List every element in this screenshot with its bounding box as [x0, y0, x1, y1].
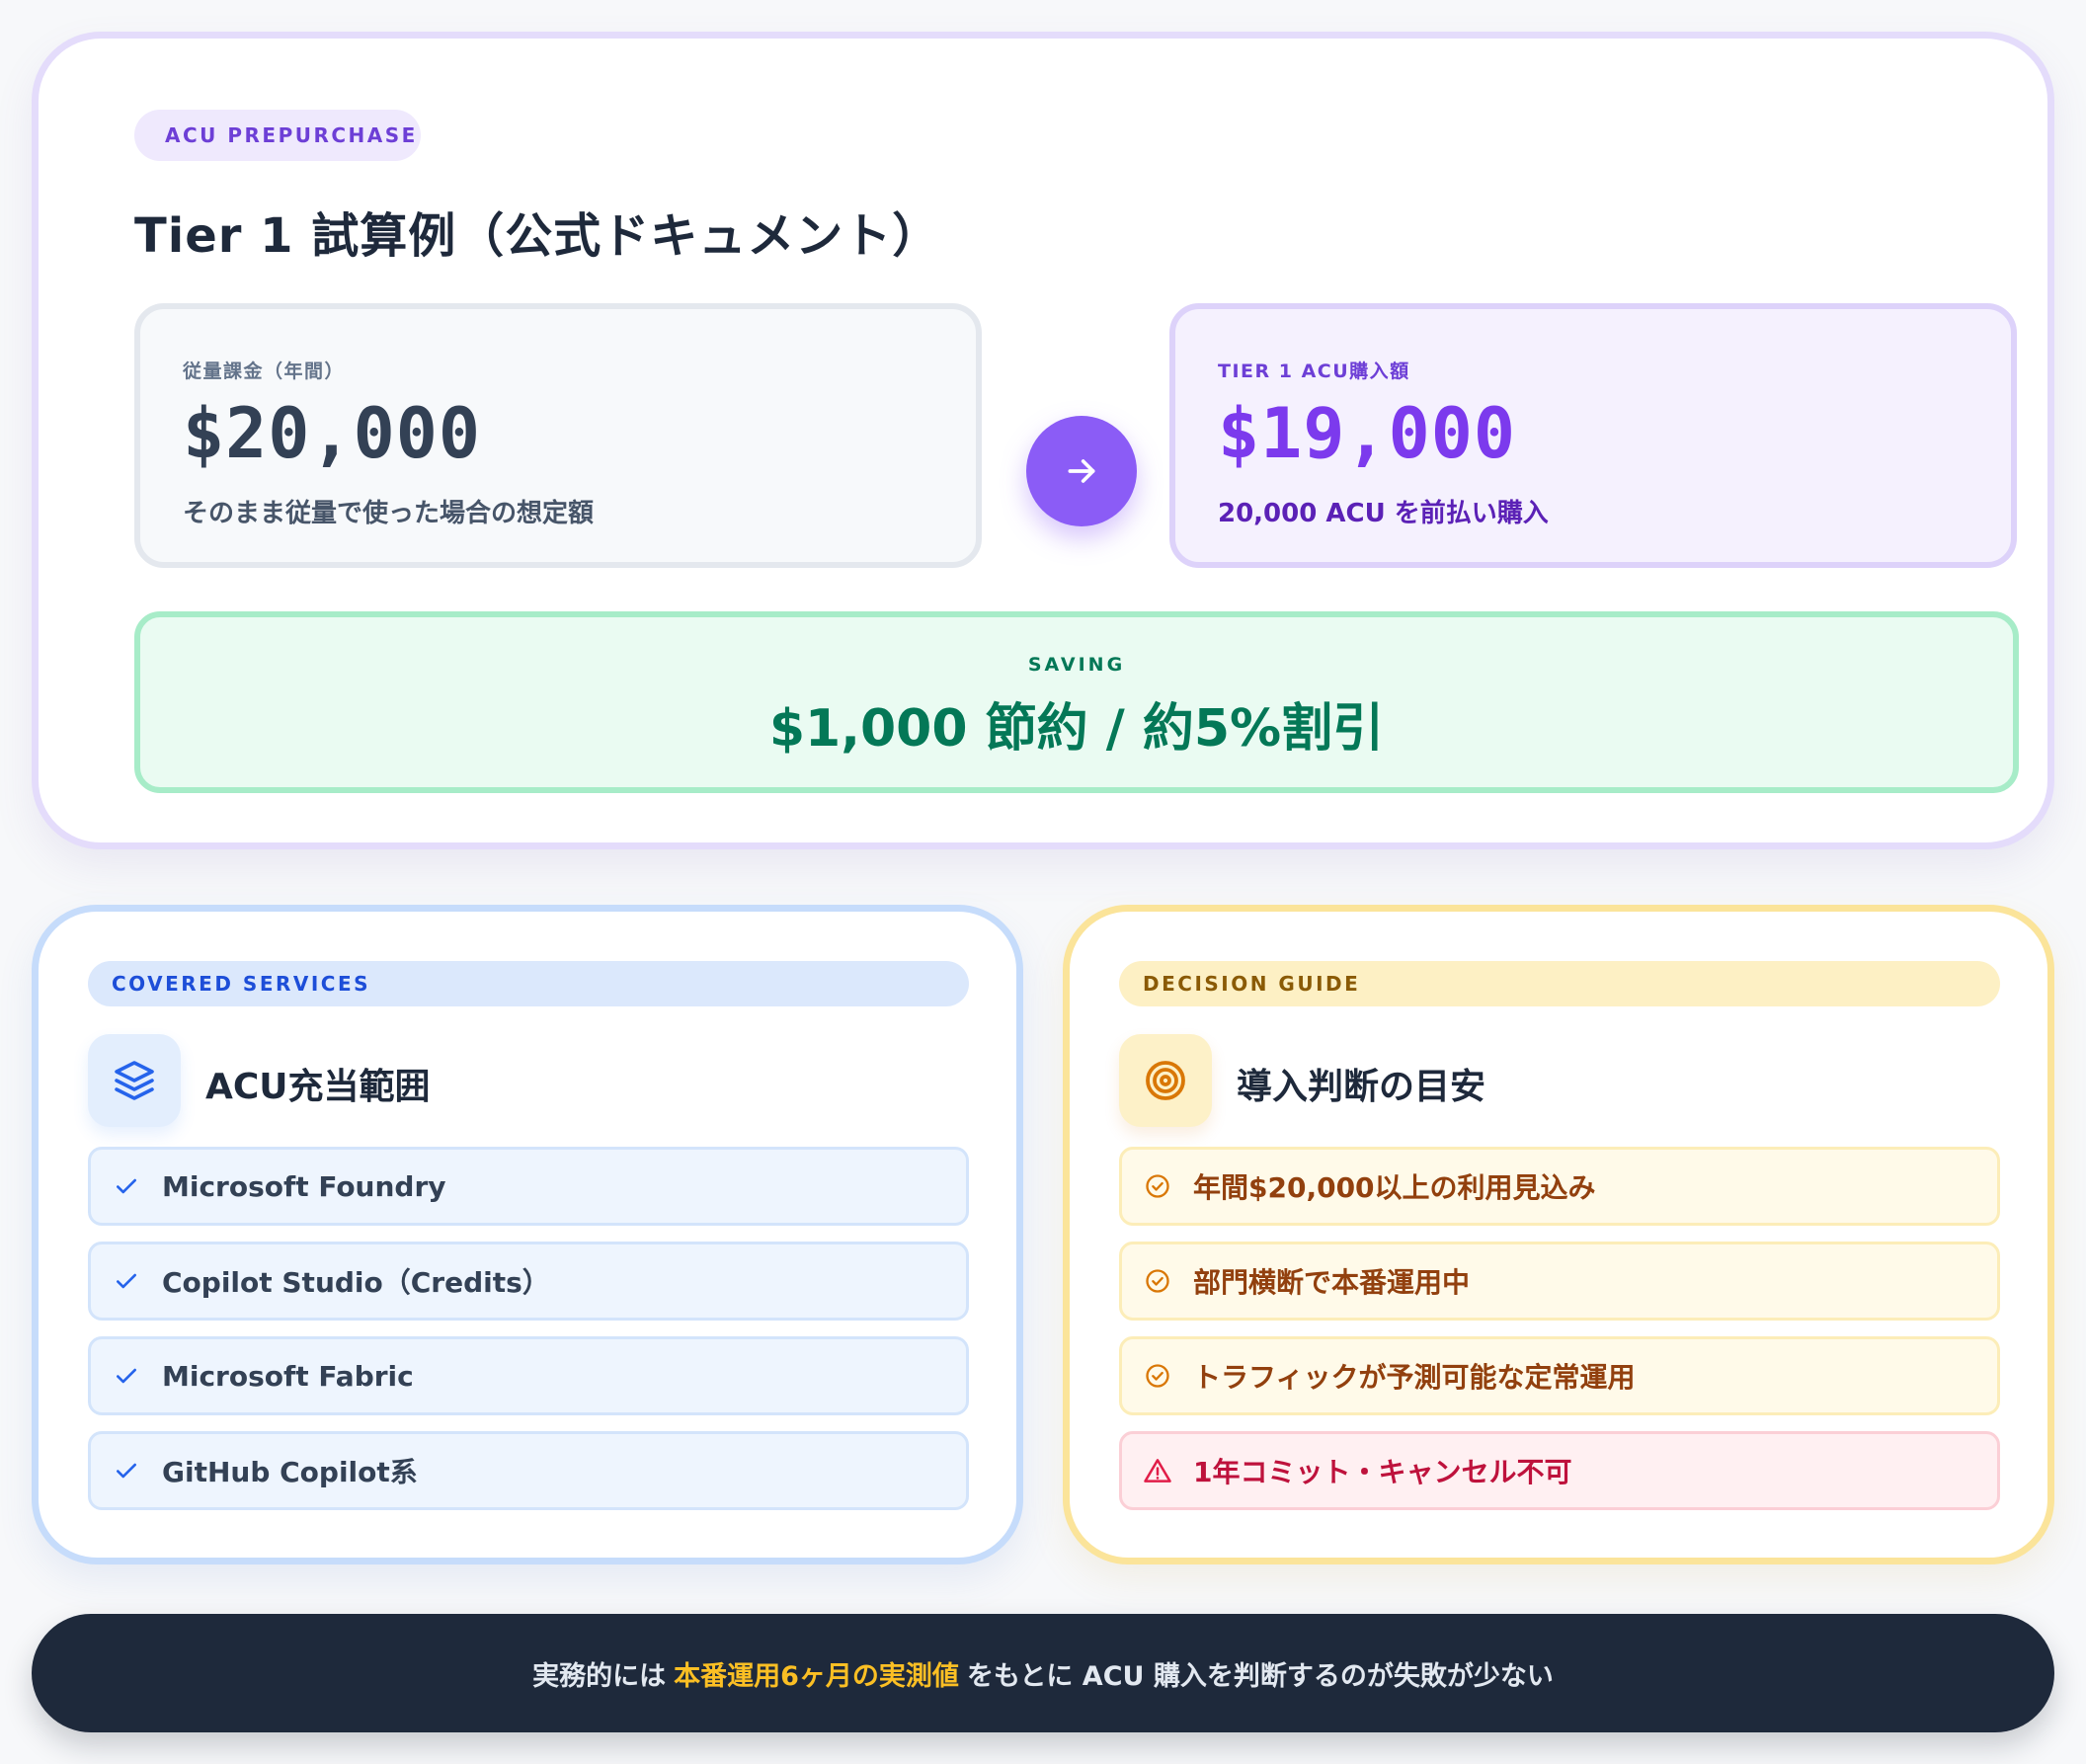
footer-text-after: をもとに ACU 購入を判断するのが失敗が少ない [966, 1660, 1554, 1692]
list-item-label: Copilot Studio（Credits） [162, 1266, 550, 1299]
payg-value: $20,000 [183, 393, 482, 474]
prepurchase-price-box: TIER 1 ACU購入額 $19,000 20,000 ACU を前払い購入 [1169, 303, 2017, 568]
list-item-label: GitHub Copilot系 [162, 1456, 418, 1488]
warning-item: 1年コミット・キャンセル不可 [1119, 1431, 2000, 1510]
prepurchase-label: TIER 1 ACU購入額 [1218, 361, 1410, 382]
list-item-label: 部門横断で本番運用中 [1193, 1266, 1471, 1299]
footer-note: 実務的には 本番運用6ヶ月の実測値 をもとに ACU 購入を判断するのが失敗が少… [32, 1614, 2054, 1732]
payg-description: そのまま従量で使った場合の想定額 [183, 499, 595, 528]
tier-example-card: ACU PREPURCHASE Tier 1 試算例（公式ドキュメント） 従量課… [32, 32, 2054, 849]
list-item: Copilot Studio（Credits） [88, 1242, 969, 1321]
layers-icon [88, 1034, 181, 1127]
warning-icon [1142, 1455, 1173, 1486]
list-item-label: 年間$20,000以上の利用見込み [1193, 1171, 1596, 1204]
prepurchase-value: $19,000 [1218, 393, 1517, 474]
list-item: GitHub Copilot系 [88, 1431, 969, 1510]
decision-guide-badge: DECISION GUIDE [1119, 961, 2000, 1006]
list-item: 部門横断で本番運用中 [1119, 1242, 2000, 1321]
check-icon [111, 1455, 142, 1486]
payg-label: 従量課金（年間） [183, 361, 346, 382]
list-item-label: トラフィックが予測可能な定常運用 [1193, 1361, 1636, 1394]
covered-services-badge: COVERED SERVICES [88, 961, 969, 1006]
warning-item-label: 1年コミット・キャンセル不可 [1193, 1456, 1572, 1488]
saving-box: SAVING $1,000 節約 / 約5%割引 [134, 611, 2019, 793]
check-icon [111, 1170, 142, 1202]
page-title: Tier 1 試算例（公式ドキュメント） [134, 208, 941, 264]
list-item: 年間$20,000以上の利用見込み [1119, 1147, 2000, 1226]
acu-prepurchase-badge: ACU PREPURCHASE [134, 110, 421, 161]
list-item-label: Microsoft Fabric [162, 1359, 414, 1393]
footer-text-before: 実務的には [532, 1660, 667, 1692]
saving-value: $1,000 節約 / 約5%割引 [768, 699, 1385, 759]
target-icon [1119, 1034, 1212, 1127]
covered-services-title: ACU充当範囲 [205, 1067, 431, 1107]
check-circle-icon [1142, 1360, 1173, 1392]
arrow-right-icon [1026, 416, 1137, 526]
check-icon [111, 1360, 142, 1392]
footer-highlight: 本番運用6ヶ月の実測値 [674, 1660, 959, 1692]
payg-price-box: 従量課金（年間） $20,000 そのまま従量で使った場合の想定額 [134, 303, 982, 568]
saving-label: SAVING [1027, 654, 1126, 676]
list-item: Microsoft Foundry [88, 1147, 969, 1226]
list-item-label: Microsoft Foundry [162, 1169, 446, 1203]
covered-services-card: COVERED SERVICES ACU充当範囲 Microsoft Found… [32, 905, 1023, 1564]
list-item: Microsoft Fabric [88, 1336, 969, 1415]
decision-guide-title: 導入判断の目安 [1237, 1067, 1486, 1107]
list-item: トラフィックが予測可能な定常運用 [1119, 1336, 2000, 1415]
check-circle-icon [1142, 1170, 1173, 1202]
decision-guide-card: DECISION GUIDE 導入判断の目安 年間$20,000以上の利用見込み… [1063, 905, 2054, 1564]
prepurchase-description: 20,000 ACU を前払い購入 [1218, 499, 1549, 528]
check-circle-icon [1142, 1265, 1173, 1297]
check-icon [111, 1265, 142, 1297]
